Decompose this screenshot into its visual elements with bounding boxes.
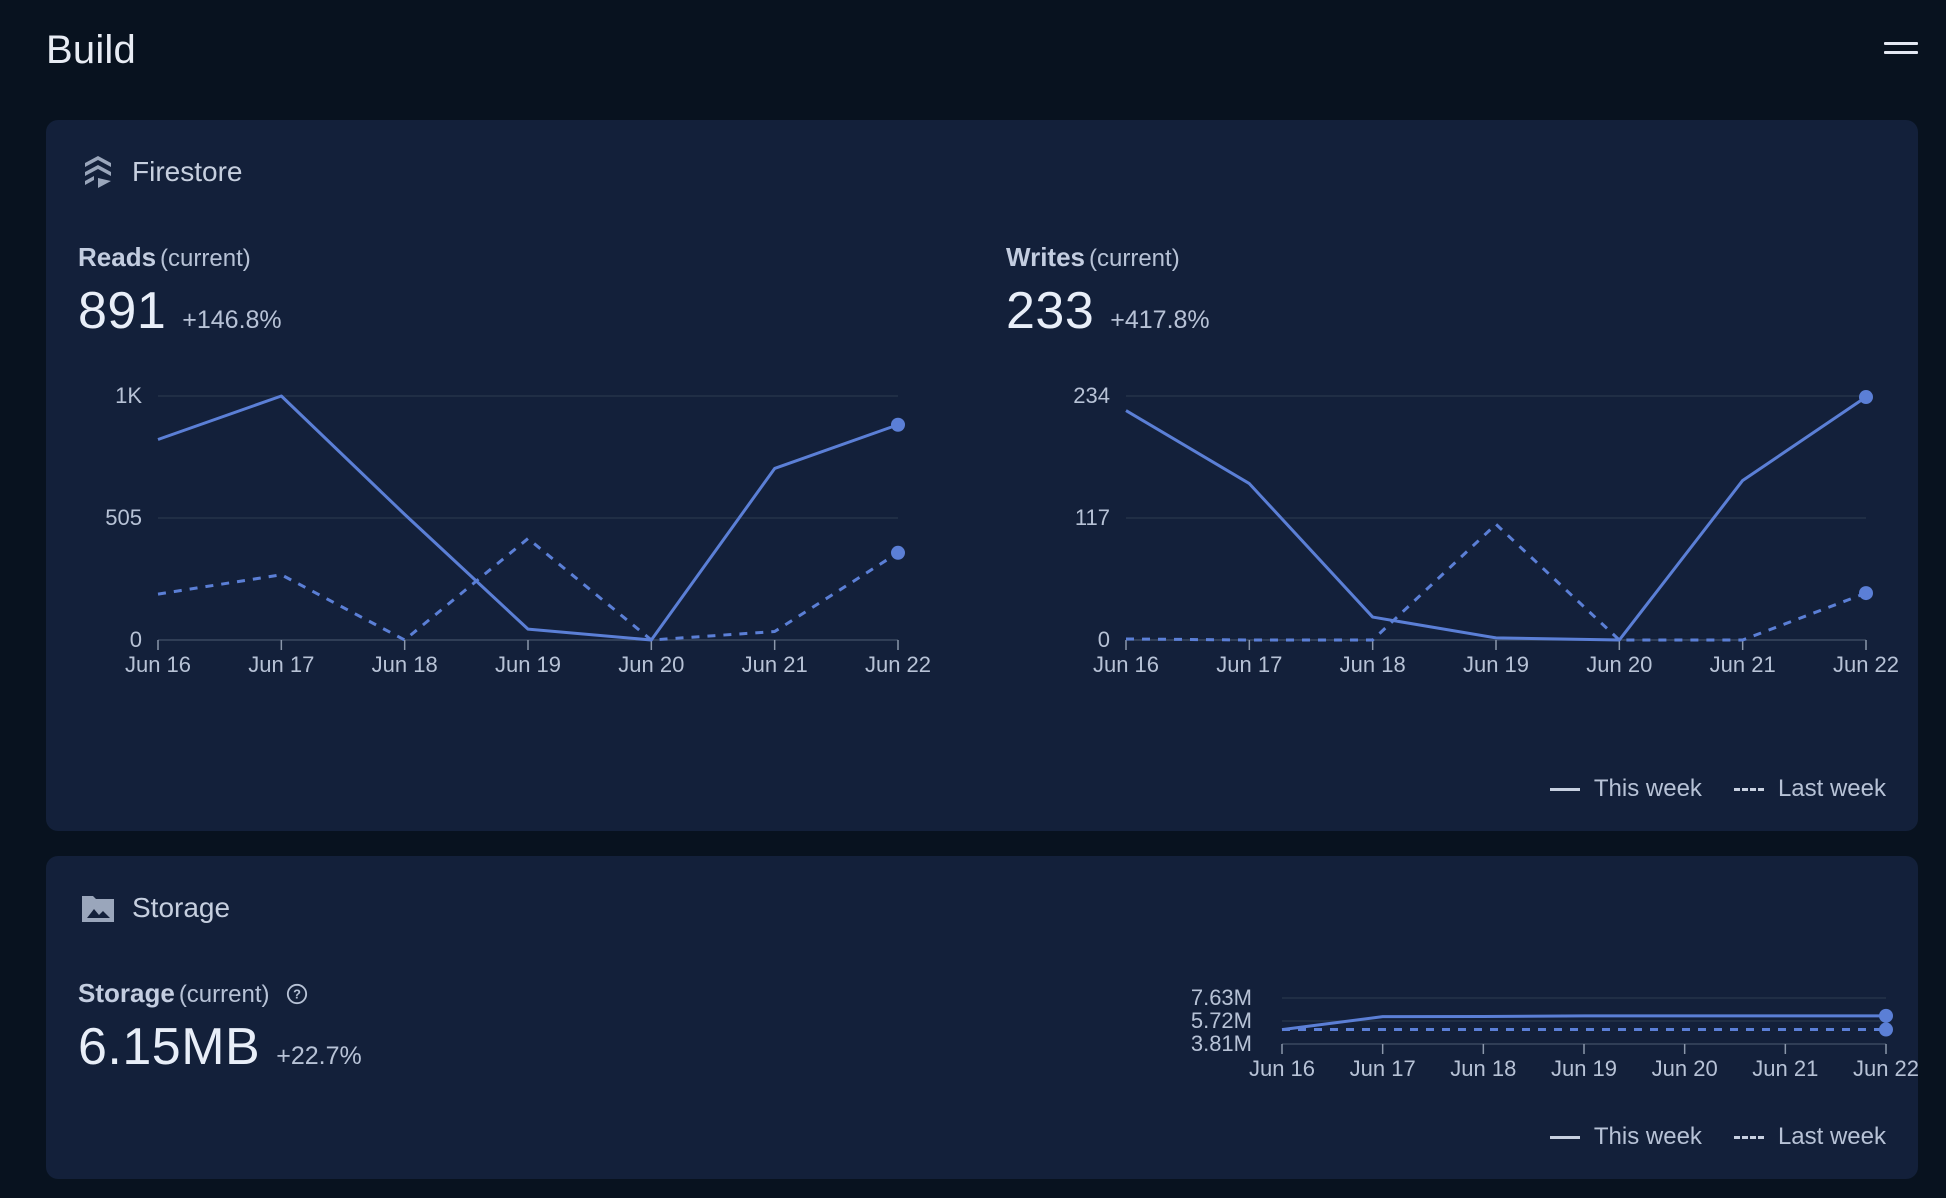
y-tick-label: 7.63M <box>1191 985 1252 1010</box>
reads-metric: Reads (current) 891 +146.8% <box>78 242 282 341</box>
x-tick-label: Jun 21 <box>1752 1056 1818 1081</box>
storage-legend: This week Last week <box>1518 1123 1886 1151</box>
x-tick-label: Jun 20 <box>618 652 684 677</box>
series-line-last-week[interactable] <box>1125 522 1867 642</box>
x-tick-label: Jun 22 <box>1833 652 1899 677</box>
x-tick-label: Jun 20 <box>1586 652 1652 677</box>
x-tick-label: Jun 16 <box>1249 1056 1315 1081</box>
x-tick-label: Jun 19 <box>495 652 561 677</box>
x-tick-label: Jun 16 <box>1093 652 1159 677</box>
reads-sublabel: (current) <box>160 245 251 272</box>
firestore-card-header[interactable]: Firestore <box>80 154 242 190</box>
legend-last-week-label: Last week <box>1777 775 1886 802</box>
legend-last-week-label: Last week <box>1777 1123 1886 1150</box>
x-tick-label: Jun 16 <box>125 652 191 677</box>
legend-this-week-label: This week <box>1593 775 1702 802</box>
storage-card: Storage Storage (current)? 6.15MB +22.7% 3… <box>46 856 1918 1179</box>
storage-value: 6.15MB <box>78 1018 261 1076</box>
storage-label: Storage <box>78 978 175 1008</box>
writes-delta: +417.8% <box>1110 306 1210 334</box>
solid-line-icon <box>1549 1135 1580 1139</box>
dashed-line-icon <box>1733 1135 1764 1139</box>
this-week-end-point[interactable] <box>891 417 905 432</box>
menu-button[interactable] <box>1884 42 1918 66</box>
reads-chart[interactable]: 0 505 1K Jun 16 Jun 17 Jun 18 Jun 19 Jun 20 Jun … <box>46 360 986 690</box>
y-tick-label: 3.81M <box>1191 1031 1252 1056</box>
x-tick-label: Jun 19 <box>1551 1056 1617 1081</box>
menu-icon-bar <box>1884 51 1918 54</box>
storage-chart[interactable]: 3.81M5.72M7.63M Jun 16 Jun 17 Jun 18 Jun 19 J… <box>1106 976 1918 1086</box>
series-line-last-week[interactable] <box>157 537 899 642</box>
storage-metric: Storage (current)? 6.15MB +22.7% <box>78 978 362 1077</box>
x-tick-label: Jun 18 <box>372 652 438 677</box>
legend-last-week[interactable]: Last week <box>1733 1123 1886 1151</box>
writes-sublabel: (current) <box>1089 245 1180 272</box>
reads-label: Reads <box>78 242 157 272</box>
y-tick-label: 0 <box>1098 627 1110 652</box>
this-week-end-point[interactable] <box>1879 1008 1893 1023</box>
last-week-end-point[interactable] <box>1859 586 1873 601</box>
last-week-end-point[interactable] <box>1879 1022 1893 1037</box>
storage-card-header[interactable]: Storage <box>80 890 230 926</box>
x-tick-label: Jun 20 <box>1652 1056 1718 1081</box>
dashed-line-icon <box>1733 787 1764 791</box>
x-tick-label: Jun 21 <box>1710 652 1776 677</box>
last-week-end-point[interactable] <box>891 545 905 560</box>
y-tick-label: 117 <box>1075 505 1110 530</box>
reads-delta: +146.8% <box>182 306 282 334</box>
y-tick-label: 1K <box>115 383 142 408</box>
series-line-this-week[interactable] <box>1281 1014 1886 1032</box>
x-tick-label: Jun 21 <box>742 652 808 677</box>
page-title: Build <box>46 28 136 72</box>
solid-line-icon <box>1549 787 1580 791</box>
storage-delta: +22.7% <box>276 1042 362 1070</box>
this-week-end-point[interactable] <box>1859 390 1873 405</box>
writes-chart[interactable]: 0 117 234 Jun 16 Jun 17 Jun 18 Jun 19 Jun 20 Jun… <box>986 360 1918 690</box>
storage-title: Storage <box>132 892 231 923</box>
y-tick-label: 5.72M <box>1191 1008 1252 1033</box>
writes-value: 233 <box>1006 282 1095 340</box>
legend-this-week[interactable]: This week <box>1549 1123 1702 1151</box>
firestore-title: Firestore <box>132 156 243 187</box>
writes-metric: Writes (current) 233 +417.8% <box>1006 242 1210 341</box>
help-icon[interactable]: ? <box>286 983 308 1005</box>
y-tick-label: 0 <box>130 627 142 652</box>
firestore-icon <box>85 156 111 188</box>
y-tick-label: 505 <box>105 505 142 530</box>
x-tick-label: Jun 19 <box>1463 652 1529 677</box>
x-tick-label: Jun 18 <box>1450 1056 1516 1081</box>
x-tick-label: Jun 17 <box>1216 652 1282 677</box>
menu-icon <box>1884 42 1918 45</box>
y-tick-label: 234 <box>1073 383 1110 408</box>
writes-label: Writes <box>1006 242 1085 272</box>
x-tick-label: Jun 22 <box>865 652 931 677</box>
reads-value: 891 <box>78 282 167 340</box>
x-tick-label: Jun 22 <box>1853 1056 1918 1081</box>
legend-this-week-label: This week <box>1593 1123 1702 1150</box>
x-tick-label: Jun 17 <box>248 652 314 677</box>
legend-this-week[interactable]: This week <box>1549 775 1702 803</box>
legend-last-week[interactable]: Last week <box>1733 775 1886 803</box>
folder-image-icon <box>82 896 114 922</box>
x-tick-label: Jun 18 <box>1340 652 1406 677</box>
firestore-legend: This week Last week <box>1518 775 1886 803</box>
storage-sublabel: (current) <box>178 981 270 1008</box>
firestore-card: Firestore Reads (current) 891 +146.8% Writ… <box>46 120 1918 831</box>
svg-text:?: ? <box>293 987 301 1002</box>
top-bar: Build <box>0 0 1946 112</box>
x-tick-label: Jun 17 <box>1350 1056 1416 1081</box>
